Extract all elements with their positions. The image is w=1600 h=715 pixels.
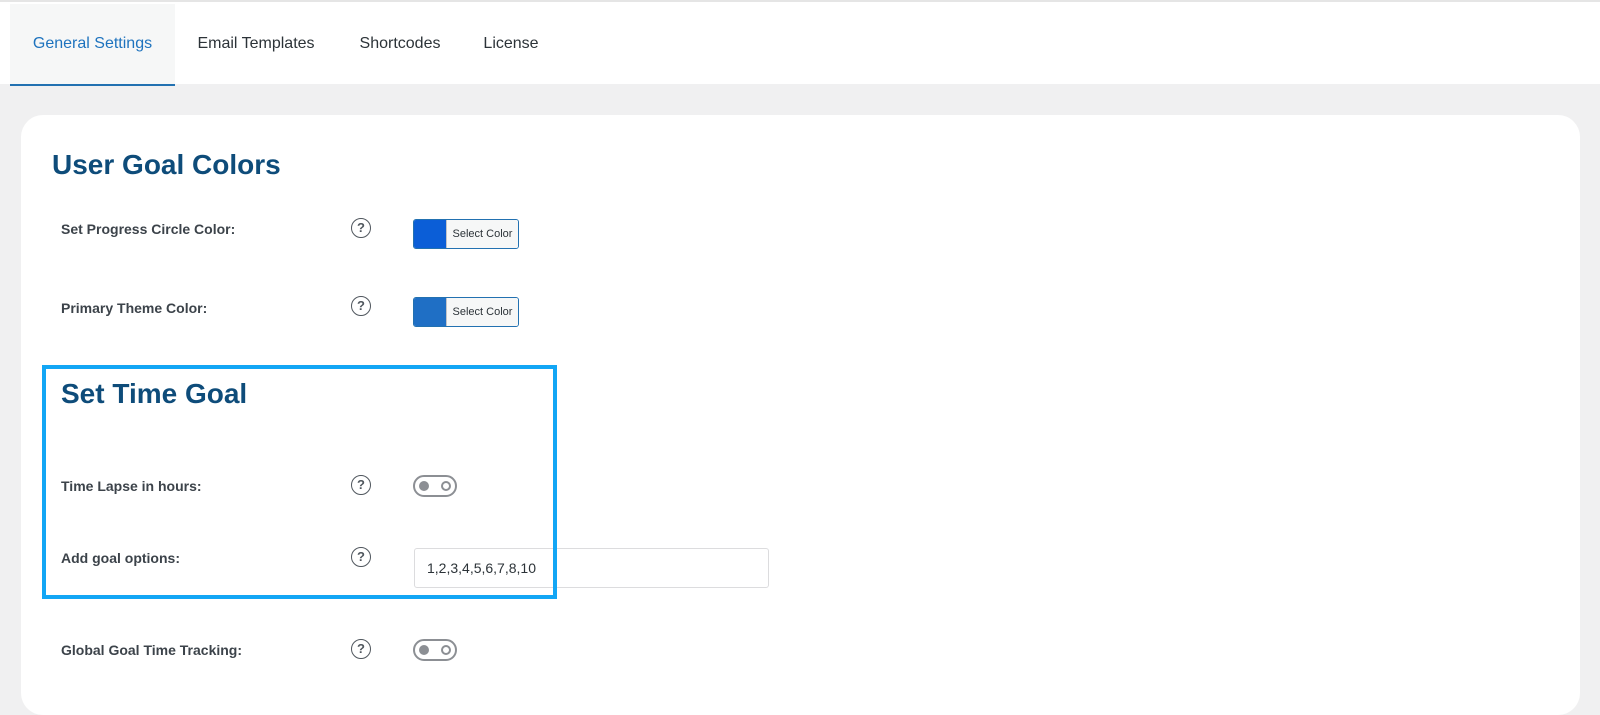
help-icon[interactable]: ? xyxy=(351,639,371,659)
color-swatch xyxy=(414,298,446,326)
tab-general-settings[interactable]: General Settings xyxy=(10,4,175,86)
tab-email-templates[interactable]: Email Templates xyxy=(185,4,327,86)
tab-shortcodes[interactable]: Shortcodes xyxy=(350,4,450,86)
primary-theme-color-button[interactable]: Select Color xyxy=(413,297,519,327)
global-goal-time-tracking-toggle[interactable] xyxy=(413,639,457,661)
toggle-off-indicator xyxy=(441,481,451,491)
toggle-knob xyxy=(419,645,429,655)
help-icon[interactable]: ? xyxy=(351,547,371,567)
label-progress-circle-color: Set Progress Circle Color: xyxy=(61,221,236,237)
label-primary-theme-color: Primary Theme Color: xyxy=(61,300,208,316)
toggle-knob xyxy=(419,481,429,491)
label-time-lapse-hours: Time Lapse in hours: xyxy=(61,478,202,494)
settings-card xyxy=(21,115,1580,715)
select-color-label: Select Color xyxy=(446,220,518,248)
settings-tab-bar: General Settings Email Templates Shortco… xyxy=(0,0,1600,86)
section-title-user-goal-colors: User Goal Colors xyxy=(52,149,281,180)
time-lapse-toggle[interactable] xyxy=(413,475,457,497)
progress-circle-color-button[interactable]: Select Color xyxy=(413,219,519,249)
help-icon[interactable]: ? xyxy=(351,475,371,495)
toggle-off-indicator xyxy=(441,645,451,655)
section-title-set-time-goal: Set Time Goal xyxy=(61,378,248,409)
select-color-label: Select Color xyxy=(446,298,518,326)
help-icon[interactable]: ? xyxy=(351,296,371,316)
color-swatch xyxy=(414,220,446,248)
label-global-goal-time-tracking: Global Goal Time Tracking: xyxy=(61,642,243,658)
help-icon[interactable]: ? xyxy=(351,218,371,238)
label-add-goal-options: Add goal options: xyxy=(61,550,180,566)
tab-license[interactable]: License xyxy=(475,4,547,86)
goal-options-input[interactable] xyxy=(414,548,769,588)
